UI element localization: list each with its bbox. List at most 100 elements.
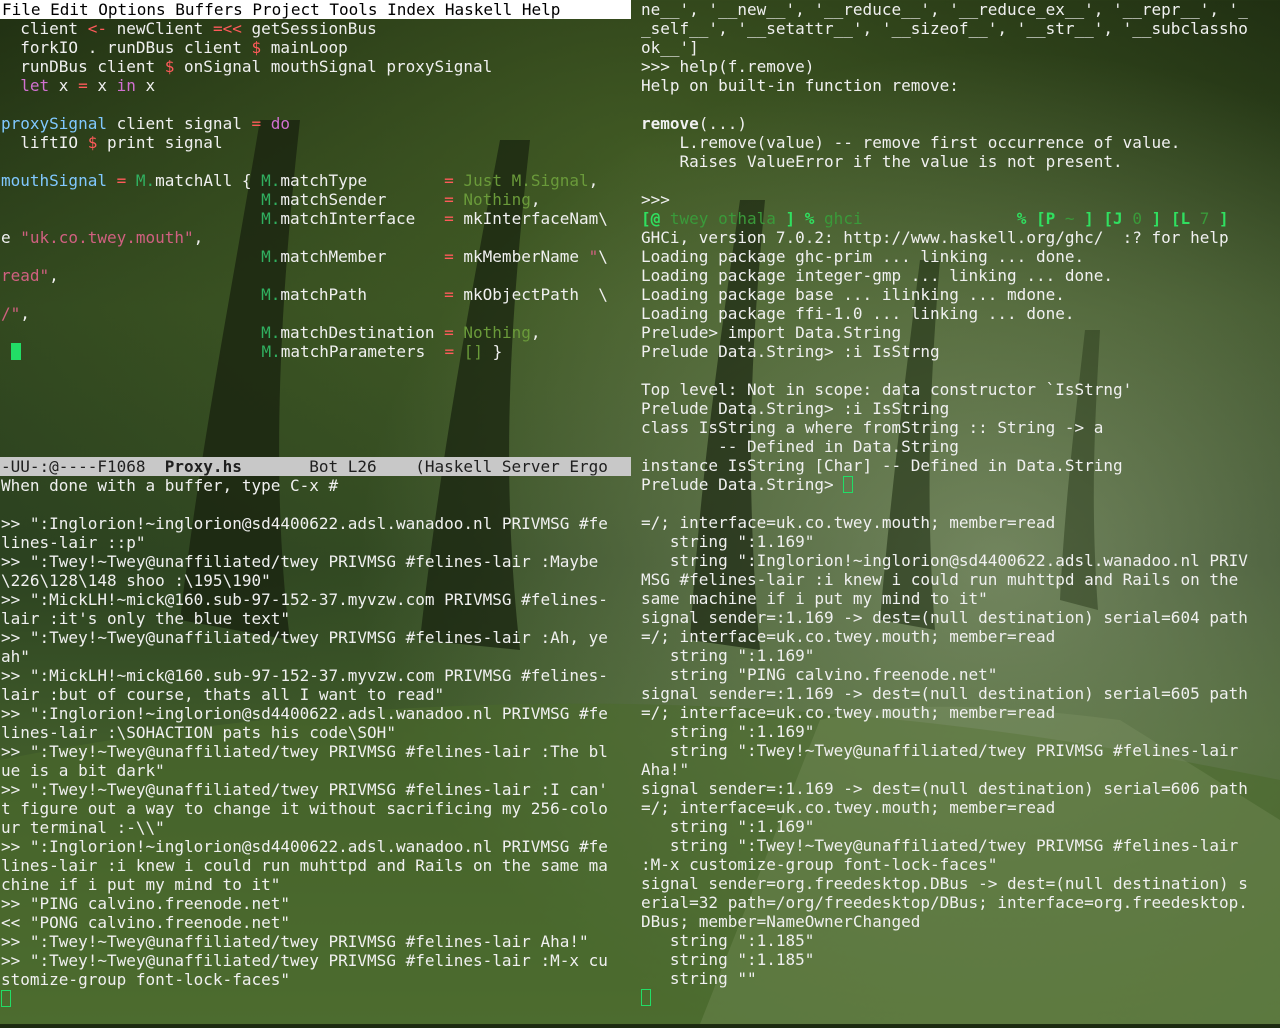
irc-log-line: ur terminal :-\\" [1,818,165,837]
menu-edit[interactable]: Edit [50,0,89,19]
editor-token: M. [261,285,281,304]
menu-index[interactable]: Index [387,0,435,19]
menu-options[interactable]: Options [98,0,165,19]
dbus-log-line: string ":Twey!~Twey@unaffiliated/twey PR… [641,741,1239,760]
emacs-editor-buffer[interactable]: client <- newClient =<< getSessionBus fo… [0,19,631,457]
irc-log-line: lair :but of course, thats all I want to… [1,685,445,704]
irc-log-line: << "PONG calvino.freenode.net" [1,913,290,932]
menu-buffers[interactable]: Buffers [175,0,242,19]
editor-token: , [20,304,30,323]
editor-token: client [1,19,88,38]
editor-token: mainLoop [261,38,348,57]
python-term-line: Prelude Data.String> :i IsString [641,399,1280,418]
editor-token: } [483,342,503,361]
editor-token [454,171,464,190]
editor-line: M.matchMember = mkMemberName "\ [1,247,631,266]
python-term-line: Prelude Data.String> :i IsStrng [641,342,1280,361]
editor-line: M.matchSender = Nothing, [1,190,631,209]
python-term-token: remove [641,114,699,133]
editor-token: M. [135,171,156,190]
editor-token: \ [598,247,608,266]
editor-line: /", [1,304,631,323]
editor-token: [] [463,342,484,361]
editor-token: = [444,190,454,209]
editor-token: =<< [212,19,242,38]
editor-token: mkObjectPath \ [453,285,608,304]
python-term-token: (...) [698,114,747,133]
editor-token: mouthSignal [1,171,107,190]
modeline-mode: (Haskell Server Ergo [415,457,608,476]
irc-log-line [1,495,631,514]
python-term-token: _self__', '__setattr__', '__sizeof__', '… [641,19,1248,38]
python-term-line: Loading package integer-gmp ... linking … [641,266,1280,285]
editor-token: , [530,190,541,209]
python-term-line: Prelude Data.String> [641,475,1280,494]
menu-haskell[interactable]: Haskell [445,0,512,19]
python-term-line [641,361,1280,380]
irc-log-line: chine if i put my mind to it" [1,875,281,894]
irc-log-terminal[interactable]: When done with a buffer, type C-x # >> ":… [0,476,631,1024]
editor-line: let x = x in x [1,76,631,95]
python-term-token: >>> help(f.remove) [641,57,815,76]
editor-token [1,209,261,228]
editor-token: M. [261,171,281,190]
menu-project[interactable]: Project [252,0,319,19]
editor-token: = [444,247,454,266]
editor-token: forkIO . runDBus client [1,38,252,57]
dbus-log-line: signal sender=:1.169 -> dest=(null desti… [641,779,1248,798]
irc-log-line: ue is a bit dark" [1,761,165,780]
editor-token: x [87,76,117,95]
text-cursor [843,476,854,493]
python-term-token: twey [669,209,709,228]
editor-token: , [588,171,599,190]
dbus-monitor-terminal[interactable]: =/; interface=uk.co.twey.mouth; member=r… [640,513,1280,1024]
editor-token: getSessionBus [241,19,377,38]
irc-log-line: >> ":Twey!~Twey@unaffiliated/twey PRIVMS… [1,742,608,761]
text-cursor [10,343,21,360]
python-term-token: ne__', '__new__', '__reduce__', '__reduc… [641,0,1248,19]
editor-token [126,171,136,190]
python-term-token: 0 [1132,209,1142,228]
irc-log-line: t figure out a way to change it without … [1,799,608,818]
editor-token: M. [261,209,281,228]
editor-token: runDBus client [1,57,165,76]
python-ghci-terminal[interactable]: ne__', '__new__', '__reduce__', '__reduc… [640,0,1280,510]
python-term-token: Help on built-in function remove: [641,76,959,95]
dbus-log-line: string ":1.169" [641,722,815,741]
python-term-token: Prelude> import Data.String [641,323,902,342]
menu-file[interactable]: File [2,0,41,19]
dbus-log-line: =/; interface=uk.co.twey.mouth; member=r… [641,703,1056,722]
dbus-log-line: signal sender=:1.169 -> dest=(null desti… [641,608,1248,627]
python-term-token: GHCi, version 7.0.2: http://www.haskell.… [641,228,1229,247]
python-term-token: othala [718,209,776,228]
dbus-log-line: =/; interface=uk.co.twey.mouth; member=r… [641,798,1056,817]
editor-token: matchAll { [155,171,262,190]
python-term-token: Prelude Data.String> :i IsString [641,399,950,418]
python-term-token: ghci [824,209,863,228]
editor-token: /" [1,304,21,323]
editor-token: matchSender [280,190,445,209]
python-term-token: [@ [641,209,670,228]
emacs-menubar: File Edit Options Buffers Project Tools Index H… [0,0,631,19]
modeline-status: -UU-:@----F1068 [1,457,165,476]
menu-help[interactable]: Help [522,0,561,19]
menu-tools[interactable]: Tools [329,0,377,19]
editor-token: in [116,76,136,95]
irc-log-line: >> ":Twey!~Twey@unaffiliated/twey PRIVMS… [1,628,608,647]
irc-log-line: lair :it's only the blue text" [1,609,290,628]
editor-token: $ [251,38,262,57]
dbus-log-line: DBus; member=NameOwnerChanged [641,912,921,931]
dbus-log-line: string ":Inglorion!~inglorion@sd4400622.… [641,551,1248,570]
dbus-log-line: :M-x customize-group font-lock-faces" [641,855,998,874]
editor-token [1,323,261,342]
python-term-line: >>> [641,190,1280,209]
python-term-line: ne__', '__new__', '__reduce__', '__reduc… [641,0,1280,19]
editor-token: onSignal mouthSignal proxySignal [174,57,493,76]
editor-token: mkInterfaceNam\ [453,209,608,228]
python-term-line: [@ twey othala ] % ghci % [P ~ ] [J 0 ] … [641,209,1280,228]
python-term-token: 7 [1199,209,1210,228]
python-term-line: remove(...) [641,114,1280,133]
dbus-log-line: Aha!" [641,760,690,779]
dbus-log-line: signal sender=org.freedesktop.DBus -> de… [641,874,1248,893]
